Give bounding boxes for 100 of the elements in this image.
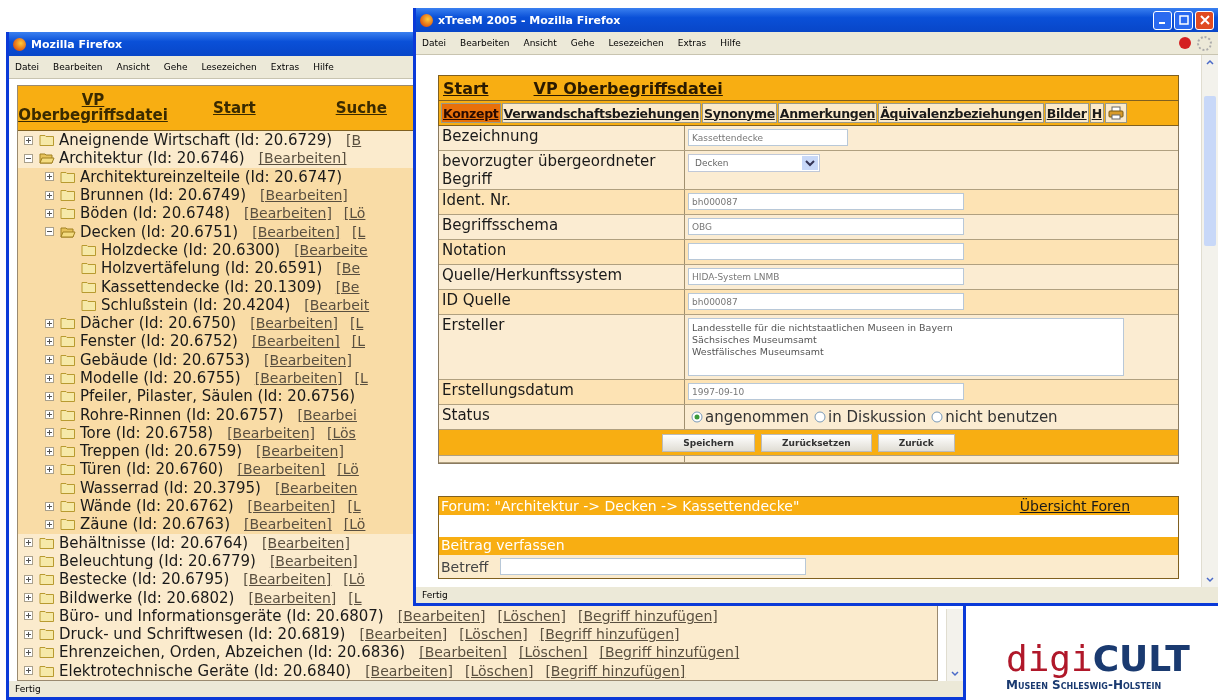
tree-item-label[interactable]: Brunnen (Id: 20.6749) (80, 186, 246, 205)
radio-button[interactable] (814, 411, 827, 423)
text-field[interactable]: Kassettendecke (688, 129, 848, 146)
tree-action-link[interactable]: [Bearbeiten] (244, 516, 332, 533)
tree-item-label[interactable]: Beleuchtung (Id: 20.6779) (59, 551, 256, 570)
tree-action-link[interactable]: [Löschen] (459, 626, 528, 643)
scrollbar[interactable] (1201, 55, 1218, 587)
tree-item-label[interactable]: Kassettendecke (Id: 20.1309) (101, 277, 322, 296)
tree-action-link[interactable]: [B (346, 132, 362, 149)
text-field[interactable]: bh000087 (688, 293, 964, 310)
header-link[interactable]: Start (213, 99, 256, 117)
tree-action-link[interactable]: [Bearbei (297, 406, 357, 423)
tree-action-link[interactable]: [Bearbeiten] (227, 424, 315, 441)
tree-action-link[interactable]: [Bearbeiten] (365, 662, 453, 679)
tab[interactable]: Konzept (441, 103, 501, 123)
tree-action-link[interactable]: [Bearbeiten] (243, 571, 332, 588)
tree-action-link[interactable]: [Bearbeiten] (248, 589, 337, 606)
tree-item-label[interactable]: Bildwerke (Id: 20.6802) (59, 588, 235, 607)
text-field[interactable] (688, 243, 964, 260)
tree-item-label[interactable]: Elektrotechnische Geräte (Id: 20.6840) (59, 661, 352, 680)
tree-action-link[interactable]: [Lö (343, 571, 365, 588)
menu-item[interactable]: Extras (677, 38, 707, 48)
tree-action-link[interactable]: [Begriff hinzufügen] (545, 662, 686, 679)
tree-item-label[interactable]: Behältnisse (Id: 20.6764) (59, 533, 249, 552)
menu-item[interactable]: Bearbeiten (460, 38, 510, 48)
text-field[interactable]: bh000087 (688, 193, 964, 210)
radio-label[interactable]: nicht benutzen (945, 408, 1058, 426)
tree-item-label[interactable]: Architektur (Id: 20.6746) (59, 149, 245, 168)
tab[interactable]: Verwandschaftsbeziehungen (501, 103, 702, 123)
tree-action-link[interactable]: [Löschen] (519, 644, 588, 661)
tree-item-label[interactable]: Bestecke (Id: 20.6795) (59, 570, 230, 589)
tree-item-label[interactable]: Wände (Id: 20.6762) (80, 497, 234, 516)
maximize-icon[interactable] (1174, 10, 1193, 30)
tree-item-label[interactable]: Gebäude (Id: 20.6753) (80, 350, 251, 369)
tree-action-link[interactable]: [L (350, 315, 364, 332)
chevron-down-icon[interactable] (950, 670, 960, 678)
menu-item[interactable]: Bearbeiten (53, 62, 103, 72)
tree-action-link[interactable]: [Lö (343, 205, 366, 222)
close-icon[interactable] (1195, 10, 1214, 30)
tree-action-link[interactable]: [Bearbeiten] (264, 351, 352, 368)
scrollbar-thumb[interactable] (1204, 96, 1216, 246)
tree-action-link[interactable]: [L (351, 333, 365, 350)
tree-action-link[interactable]: [Bearbeiten] (237, 461, 326, 478)
tree-action-link[interactable]: [Bearbeiten] (252, 223, 341, 240)
form-button[interactable]: Zurücksetzen (761, 433, 872, 452)
tree-action-link[interactable]: [Begriff hinzufügen] (599, 644, 740, 661)
tree-item-label[interactable]: Ehrenzeichen, Orden, Abzeichen (Id: 20.6836) (59, 643, 406, 662)
minimize-icon[interactable] (1153, 10, 1172, 30)
text-area[interactable]: Landesstelle für die nichtstaatlichen Museen in Bayern Sächsisches Museumsamt Westfälisches Museumsamt (688, 318, 1124, 376)
tree-item-label[interactable]: Schlußstein (Id: 20.4204) (101, 295, 291, 314)
menu-item[interactable]: Extras (270, 62, 300, 72)
tab[interactable]: Äquivalenzbeziehungen (878, 103, 1044, 123)
tree-action-link[interactable]: [Bearbeiten] (260, 187, 348, 204)
menu-item[interactable]: Lesezeichen (201, 62, 257, 72)
chevron-down-icon[interactable] (1205, 576, 1215, 584)
forum-overview-link[interactable]: Übersicht Foren (1019, 498, 1130, 514)
tree-action-link[interactable]: [Löschen] (465, 662, 534, 679)
radio-label[interactable]: in Diskussion (828, 408, 927, 426)
tab[interactable]: H (1089, 103, 1104, 123)
menu-item[interactable]: Ansicht (116, 62, 150, 72)
menu-item[interactable]: Gehe (163, 62, 188, 72)
menu-item[interactable]: Gehe (570, 38, 595, 48)
tree-item-label[interactable]: Treppen (Id: 20.6759) (80, 442, 243, 461)
tree-action-link[interactable]: [L (347, 498, 361, 515)
tree-item-label[interactable]: Zäune (Id: 20.6763) (80, 515, 230, 534)
text-field[interactable]: 1997-09-10 (688, 383, 964, 400)
dropdown[interactable]: Decken (688, 154, 820, 172)
radio-button[interactable] (931, 411, 944, 423)
tree-item-label[interactable]: Büro- und Informationsgeräte (Id: 20.6807) (59, 606, 384, 625)
tree-action-link[interactable]: [Bearbeiten] (397, 607, 486, 624)
tree-item-label[interactable]: Böden (Id: 20.6748) (80, 204, 230, 223)
tree-item-label[interactable]: Pfeiler, Pilaster, Säulen (Id: 20.6756) (80, 387, 356, 406)
tree-action-link[interactable]: [Bearbeiten] (254, 370, 343, 386)
tree-item-label[interactable]: Wasserrad (Id: 20.3795) (80, 478, 261, 497)
tree-action-link[interactable]: [Bearbeit (304, 296, 370, 313)
tree-action-link[interactable]: [L (354, 370, 368, 386)
tree-item-label[interactable]: Holzdecke (Id: 20.6300) (101, 240, 281, 259)
tab[interactable]: Anmerkungen (777, 103, 878, 123)
tree-action-link[interactable]: [Bearbeiten] (269, 552, 358, 569)
tree-action-link[interactable]: [Bearbeiten] (359, 626, 448, 643)
tree-action-link[interactable]: [Löschen] (497, 607, 566, 624)
nav-link[interactable]: VP Oberbegriffsdatei (533, 78, 723, 98)
tree-item-label[interactable]: Druck- und Schriftwesen (Id: 20.6819) (59, 625, 346, 644)
tree-action-link[interactable]: [Lös (326, 424, 356, 441)
tree-action-link[interactable]: [L (352, 223, 366, 240)
subject-field[interactable] (500, 558, 807, 575)
tab[interactable]: Synonyme (702, 103, 777, 123)
tree-item-label[interactable]: Fenster (Id: 20.6752) (80, 332, 238, 351)
form-button[interactable]: Zurück (877, 433, 955, 452)
tree-action-link[interactable]: [Bearbeiten] (244, 205, 332, 222)
tree-action-link[interactable]: [Lö (343, 516, 366, 533)
header-link[interactable]: VP Oberbegriffsdatei (18, 93, 168, 123)
menu-item[interactable]: Hilfe (720, 38, 741, 48)
tree-action-link[interactable]: [L (348, 589, 362, 606)
radio-label[interactable]: angenommen (705, 408, 810, 426)
menu-item[interactable]: Datei (422, 38, 446, 48)
tree-item-label[interactable]: Türen (Id: 20.6760) (80, 460, 224, 479)
tree-action-link[interactable]: [Bearbeite (294, 241, 368, 258)
menu-item[interactable]: Hilfe (313, 62, 334, 72)
nav-link[interactable]: Start (443, 78, 489, 98)
